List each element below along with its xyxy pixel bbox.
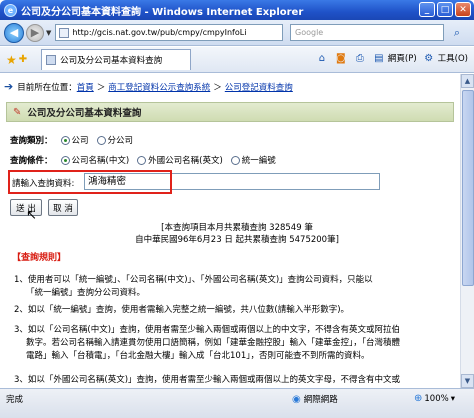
page-menu[interactable]: ▤ 網頁(P)	[372, 51, 417, 65]
forward-button[interactable]: ▶	[26, 23, 44, 42]
query-type-row: 查詢類別： 公司 分公司	[10, 134, 141, 146]
breadcrumb-current-link[interactable]: 公司登記資料查詢	[225, 81, 293, 93]
back-button[interactable]: ◀	[4, 22, 24, 43]
status-bar: 完成 ◉ 網際網路 ⊕ 100% ▾	[0, 388, 474, 418]
radio-foreign-name-en[interactable]: 外國公司名稱(英文)	[137, 154, 223, 166]
tab-title: 公司及分公司基本資料查詢	[60, 56, 163, 66]
breadcrumb-system-link[interactable]: 商工登記資料公示查詢系統	[108, 81, 210, 93]
globe-icon: ◉	[292, 393, 301, 405]
rule-4-line-1: 3、如以「外國公司名稱(英文)」查詢，使用者需至少輸入兩個或兩個以上的英文字母，…	[14, 375, 401, 385]
query-condition-row: 查詢條件： 公司名稱(中文) 外國公司名稱(英文) 統一編號	[10, 154, 284, 166]
radio-company-name-zh[interactable]: 公司名稱(中文)	[60, 154, 129, 166]
add-favorites-icon[interactable]: ✚	[19, 54, 27, 65]
minimize-button[interactable]: _	[419, 2, 435, 17]
ie-icon: e	[4, 3, 17, 17]
home-icon: ⌂	[318, 52, 326, 64]
search-icon[interactable]: ⌕	[448, 24, 466, 41]
vertical-scrollbar[interactable]: ▲ ▼	[460, 74, 474, 388]
status-done: 完成	[6, 395, 24, 405]
rule-2: 2、如以「統一編號」查詢，使用者需輸入完整之統一編號，共八位數(請輸入半形數字)…	[14, 305, 350, 315]
radio-tax-id-dot[interactable]	[230, 155, 240, 165]
section-title: ✎ 公司及分公司基本資料查詢	[6, 102, 454, 122]
scroll-down-icon[interactable]: ▼	[461, 374, 474, 388]
radio-foreign-name-en-dot[interactable]	[137, 155, 147, 165]
tools-menu[interactable]: ⚙ 工具(O)	[422, 51, 468, 65]
address-bar: ◀ ▶ ▼ http://gcis.nat.gov.tw/pub/cmpy/cm…	[0, 20, 474, 46]
zoom-icon: ⊕	[414, 393, 423, 404]
scroll-thumb[interactable]	[462, 90, 474, 286]
print-icon: ⎙	[355, 52, 364, 64]
rule-3-line-1: 3、如以「公司名稱(中文)」查詢，使用者需至少輸入兩個或兩個以上的中文字，不得含…	[14, 325, 401, 335]
stats-month: [本查詢項目本月共累積查詢 328549 筆	[161, 223, 313, 233]
scroll-up-icon[interactable]: ▲	[461, 74, 474, 88]
home-button[interactable]: ⌂	[315, 51, 329, 65]
query-condition-label: 查詢條件：	[10, 156, 53, 166]
breadcrumb-prefix: 目前所在位置：	[17, 82, 77, 93]
highlight-box	[8, 170, 172, 194]
query-type-label: 查詢類別：	[10, 136, 53, 146]
zoom-dropdown-icon[interactable]: ▾	[451, 394, 455, 404]
breadcrumb-home-link[interactable]: 首頁	[77, 81, 94, 93]
tab-bar: ★ ✚ 公司及分公司基本資料查詢 ⌂ ◙ ⎙ ▤ 網頁(P) ⚙ 工具(O)	[0, 47, 474, 73]
window-controls: _ □ ✕	[419, 2, 471, 17]
search-input[interactable]: Google	[290, 24, 444, 41]
close-button[interactable]: ✕	[455, 2, 471, 17]
radio-branch[interactable]: 分公司	[96, 134, 133, 146]
breadcrumb-separator: ＞	[96, 82, 106, 93]
tab-current[interactable]: 公司及分公司基本資料查詢	[41, 49, 192, 70]
window-title: 公司及分公司基本資料查詢 - Windows Internet Explorer	[21, 6, 304, 18]
favorites-star-icon[interactable]: ★	[6, 53, 17, 67]
tab-favicon	[46, 55, 57, 65]
radio-company-name-zh-dot[interactable]	[60, 155, 70, 165]
radio-tax-id[interactable]: 統一編號	[230, 154, 276, 166]
feeds-icon: ◙	[336, 52, 346, 64]
rule-3-line-2: 數字。若公司名稱輸入請連貫勿使用口語簡稱，例如「建華金融控股」輸入「建華金控」，…	[26, 338, 401, 348]
radio-company-dot[interactable]	[60, 135, 70, 145]
command-bar: ⌂ ◙ ⎙ ▤ 網頁(P) ⚙ 工具(O)	[315, 51, 468, 65]
url-text: http://gcis.nat.gov.tw/pub/cmpy/cmpyInfo…	[72, 28, 247, 37]
page-menu-icon: ▤	[374, 52, 384, 64]
gear-icon: ⚙	[424, 52, 434, 64]
maximize-button[interactable]: □	[437, 2, 453, 17]
rule-1-line-2: 「統一編號」查詢分公司資料。	[26, 288, 146, 298]
page-icon	[59, 27, 70, 38]
url-field[interactable]: http://gcis.nat.gov.tw/pub/cmpy/cmpyInfo…	[55, 24, 284, 41]
rules-title: 【查詢規則】	[12, 253, 67, 263]
radio-company[interactable]: 公司	[60, 134, 89, 146]
rule-3-line-3: 電路」輸入「台積電」，「台北金融大樓」輸入成「台北101」，否則可能查不到所需的…	[26, 351, 370, 361]
cancel-button[interactable]: 取 消	[48, 199, 78, 216]
section-title-text: 公司及分公司基本資料查詢	[27, 108, 142, 119]
window-titlebar: e 公司及分公司基本資料查詢 - Windows Internet Explor…	[0, 0, 474, 20]
history-dropdown-icon[interactable]: ▼	[46, 29, 51, 37]
zoom-control[interactable]: ⊕ 100% ▾	[414, 393, 455, 404]
print-button[interactable]: ⎙	[353, 51, 367, 65]
rule-1-line-1: 1、使用者可以「統一編號」、「公司名稱(中文)」、「外國公司名稱(英文)」查詢公…	[14, 275, 373, 285]
location-icon: ➔	[4, 80, 14, 93]
page-content: ➔ 目前所在位置： 首頁 ＞ 商工登記資料公示查詢系統 ＞ 公司登記資料查詢 ✎…	[0, 74, 474, 388]
stats-total: 自中華民國96年6月23 日 起共累積查詢 5475200筆]	[135, 235, 339, 245]
breadcrumb-separator: ＞	[213, 82, 222, 93]
feeds-button[interactable]: ◙	[334, 51, 348, 65]
breadcrumb: ➔ 目前所在位置： 首頁 ＞ 商工登記資料公示查詢系統 ＞ 公司登記資料查詢	[4, 80, 293, 93]
security-zone: ◉ 網際網路	[292, 393, 338, 406]
radio-branch-dot[interactable]	[96, 135, 106, 145]
pencil-icon: ✎	[13, 106, 22, 118]
